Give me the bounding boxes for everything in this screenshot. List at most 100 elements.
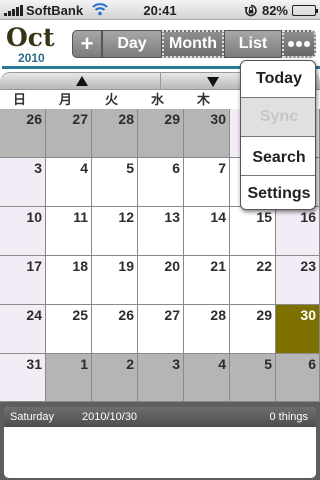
day-number: 15 xyxy=(256,209,272,225)
previous-month-arrow-icon[interactable] xyxy=(76,76,88,86)
detail-date: 2010/10/30 xyxy=(82,411,138,423)
day-cell[interactable]: 30 xyxy=(184,109,230,158)
day-cell[interactable]: 20 xyxy=(138,256,184,305)
day-number: 20 xyxy=(164,258,180,274)
day-cell[interactable]: 13 xyxy=(138,207,184,256)
day-cell-selected[interactable]: 30 xyxy=(276,305,320,354)
day-cell[interactable]: 3 xyxy=(138,354,184,402)
day-number: 10 xyxy=(26,209,42,225)
more-menu-button[interactable] xyxy=(282,30,316,58)
day-number: 27 xyxy=(72,111,88,127)
weekday-label: 火 xyxy=(105,92,119,107)
day-number: 11 xyxy=(73,209,88,225)
day-number: 22 xyxy=(256,258,272,274)
day-cell[interactable]: 24 xyxy=(0,305,46,354)
day-cell[interactable]: 1 xyxy=(46,354,92,402)
month-title: Oct xyxy=(6,23,55,52)
battery-icon xyxy=(292,5,318,16)
more-popup-menu: Today Sync Search Settings xyxy=(240,60,316,210)
day-cell[interactable]: 6 xyxy=(276,354,320,402)
weekday-label: 月 xyxy=(59,92,73,107)
day-number: 23 xyxy=(300,258,316,274)
day-number: 3 xyxy=(172,356,180,372)
day-cell[interactable]: 3 xyxy=(0,158,46,207)
day-cell[interactable]: 17 xyxy=(0,256,46,305)
day-number: 21 xyxy=(210,258,226,274)
day-cell[interactable]: 2 xyxy=(92,354,138,402)
day-number: 1 xyxy=(80,356,88,372)
day-number: 14 xyxy=(210,209,226,225)
day-number: 18 xyxy=(72,258,88,274)
day-detail-card[interactable]: Saturday 2010/10/30 0 things xyxy=(4,407,316,478)
day-number: 28 xyxy=(118,111,134,127)
day-cell[interactable]: 21 xyxy=(184,256,230,305)
day-number: 6 xyxy=(172,160,180,176)
day-cell[interactable]: 12 xyxy=(92,207,138,256)
day-number: 12 xyxy=(118,209,134,225)
day-cell[interactable]: 4 xyxy=(46,158,92,207)
day-cell[interactable]: 22 xyxy=(230,256,276,305)
day-number: 26 xyxy=(118,307,134,323)
day-number: 27 xyxy=(164,307,180,323)
day-number: 31 xyxy=(26,356,42,372)
day-cell[interactable]: 7 xyxy=(184,158,230,207)
add-event-button[interactable]: + xyxy=(72,30,102,58)
detail-event-count: 0 things xyxy=(269,411,308,423)
day-detail-panel: Saturday 2010/10/30 0 things xyxy=(0,402,320,480)
day-number: 19 xyxy=(118,258,134,274)
day-cell[interactable]: 4 xyxy=(184,354,230,402)
day-number: 24 xyxy=(26,307,42,323)
status-bar: SoftBank 20:41 82% xyxy=(0,0,320,20)
day-number: 17 xyxy=(26,258,42,274)
day-number: 28 xyxy=(210,307,226,323)
rotation-lock-icon xyxy=(244,4,257,17)
menu-item-sync: Sync xyxy=(241,98,315,136)
menu-item-settings[interactable]: Settings xyxy=(241,176,315,209)
next-month-arrow-icon[interactable] xyxy=(207,77,219,87)
day-cell[interactable]: 31 xyxy=(0,354,46,402)
day-cell[interactable]: 27 xyxy=(138,305,184,354)
day-cell[interactable]: 18 xyxy=(46,256,92,305)
calendar-app: SoftBank 20:41 82% Oct 2010 + Day Month … xyxy=(0,0,320,480)
menu-item-today[interactable]: Today xyxy=(241,61,315,97)
list-view-button[interactable]: List xyxy=(224,30,282,58)
day-number: 29 xyxy=(256,307,272,323)
day-number: 4 xyxy=(80,160,88,176)
day-detail-header: Saturday 2010/10/30 0 things xyxy=(4,407,316,427)
day-number: 25 xyxy=(72,307,88,323)
day-number: 29 xyxy=(164,111,180,127)
day-cell[interactable]: 16 xyxy=(276,207,320,256)
day-cell[interactable]: 26 xyxy=(0,109,46,158)
day-cell[interactable]: 27 xyxy=(46,109,92,158)
detail-weekday: Saturday xyxy=(10,411,55,423)
day-cell[interactable]: 29 xyxy=(230,305,276,354)
weekday-label: 水 xyxy=(151,92,165,107)
day-cell[interactable]: 25 xyxy=(46,305,92,354)
battery-percent: 82% xyxy=(261,3,288,18)
day-cell[interactable]: 28 xyxy=(92,109,138,158)
day-number: 6 xyxy=(308,356,316,372)
day-number: 16 xyxy=(300,209,316,225)
day-cell[interactable]: 10 xyxy=(0,207,46,256)
day-number: 3 xyxy=(34,160,42,176)
status-right: 82% xyxy=(244,3,318,18)
day-cell[interactable]: 6 xyxy=(138,158,184,207)
day-cell[interactable]: 29 xyxy=(138,109,184,158)
day-cell[interactable]: 5 xyxy=(92,158,138,207)
day-number: 4 xyxy=(218,356,226,372)
day-number: 5 xyxy=(126,160,134,176)
day-view-button[interactable]: Day xyxy=(102,30,162,58)
day-number: 7 xyxy=(218,160,226,176)
month-view-button[interactable]: Month xyxy=(162,30,224,58)
day-cell[interactable]: 14 xyxy=(184,207,230,256)
weekday-label: 日 xyxy=(13,92,27,107)
day-cell[interactable]: 28 xyxy=(184,305,230,354)
day-cell[interactable]: 11 xyxy=(46,207,92,256)
day-cell[interactable]: 26 xyxy=(92,305,138,354)
day-cell[interactable]: 23 xyxy=(276,256,320,305)
day-cell[interactable]: 15 xyxy=(230,207,276,256)
day-cell[interactable]: 19 xyxy=(92,256,138,305)
menu-item-search[interactable]: Search xyxy=(241,137,315,175)
day-number: 13 xyxy=(164,209,180,225)
day-cell[interactable]: 5 xyxy=(230,354,276,402)
